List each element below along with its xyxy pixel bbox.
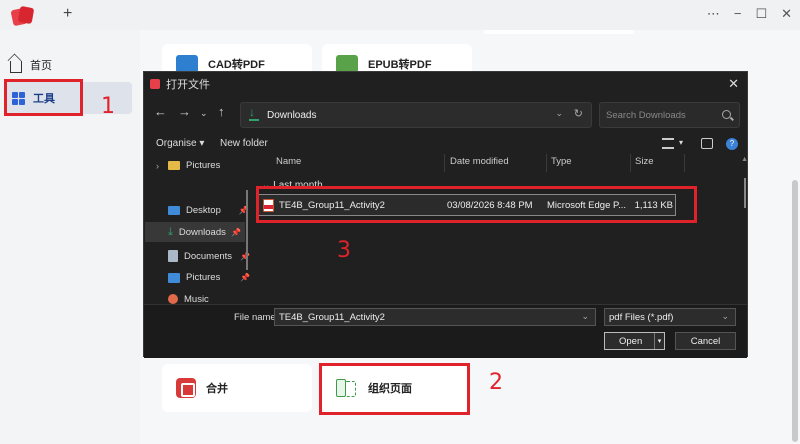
- nav-item-label: Music: [184, 294, 209, 304]
- pin-icon: 📌: [231, 227, 241, 237]
- home-icon: [10, 61, 22, 73]
- app-icon: [150, 79, 160, 89]
- sidebar-item-home[interactable]: 首页: [10, 52, 52, 78]
- column-header-name[interactable]: Name: [276, 156, 301, 167]
- file-name-label: File name:: [234, 312, 279, 323]
- file-type-value: pdf Files (*.pdf): [609, 311, 674, 323]
- expand-chevron-icon[interactable]: ›: [156, 161, 159, 171]
- file-list-scrollbar[interactable]: [744, 178, 746, 208]
- preview-pane-icon[interactable]: [701, 138, 713, 149]
- annotation-number-step3: 3: [337, 238, 351, 263]
- file-name-value: TE4B_Group11_Activity2: [279, 311, 385, 323]
- downloads-icon: [249, 105, 259, 121]
- close-icon[interactable]: ✕: [728, 76, 739, 92]
- column-header-type[interactable]: Type: [551, 156, 572, 167]
- open-dropdown-icon[interactable]: ▾: [654, 333, 664, 349]
- file-list: Name Date modified Type Size ⌄ Last mont…: [254, 154, 748, 304]
- file-type-select[interactable]: pdf Files (*.pdf) ⌄: [604, 308, 736, 326]
- recent-dropdown-icon[interactable]: ⌄: [200, 108, 208, 119]
- maximize-icon[interactable]: ☐: [755, 6, 767, 22]
- download-icon: ⤓: [168, 225, 173, 238]
- annotation-number-step1: 1: [101, 94, 115, 119]
- column-separator: [630, 154, 631, 172]
- new-tab-plus-icon[interactable]: +: [63, 5, 72, 23]
- nav-item-label: Pictures: [186, 272, 221, 283]
- tool-card[interactable]: [484, 30, 634, 34]
- nav-item-documents[interactable]: Documents 📌: [168, 250, 250, 262]
- annotation-box-step2: [319, 363, 470, 415]
- column-header-date[interactable]: Date modified: [450, 156, 509, 167]
- scroll-up-icon[interactable]: ▲: [741, 156, 748, 163]
- column-separator: [684, 154, 685, 172]
- merge-card[interactable]: 合并: [162, 364, 312, 412]
- file-name-field[interactable]: TE4B_Group11_Activity2 ⌄: [274, 308, 596, 326]
- close-window-icon[interactable]: ✕: [781, 6, 792, 22]
- forward-arrow-icon[interactable]: →: [178, 104, 191, 119]
- open-button[interactable]: Open ▾: [604, 332, 665, 350]
- nav-item-label: Pictures: [186, 160, 221, 171]
- card-label: CAD转PDF: [208, 59, 265, 71]
- music-icon: [168, 294, 178, 304]
- new-folder-button[interactable]: New folder: [220, 138, 268, 149]
- search-input[interactable]: Search Downloads: [599, 102, 740, 128]
- cancel-button[interactable]: Cancel: [675, 332, 736, 350]
- card-label: 合并: [206, 383, 228, 395]
- column-separator: [444, 154, 445, 172]
- navigation-pane: › Pictures Desktop 📌 ⤓ Downloads 📌 Docum…: [144, 154, 252, 304]
- refresh-icon[interactable]: ↻: [574, 107, 583, 120]
- dialog-command-bar: Organise ▾ New folder ▾ ?: [144, 134, 747, 154]
- annotation-box-step1: [4, 79, 83, 116]
- window-controls: ⋯ − ☐ ✕: [707, 6, 792, 22]
- app-logo-icon: [10, 5, 35, 27]
- documents-icon: [168, 250, 178, 262]
- address-bar[interactable]: Downloads ⌄ ↻: [240, 102, 592, 128]
- card-label: EPUB转PDF: [368, 59, 432, 71]
- desktop-icon: [168, 206, 180, 215]
- search-icon: [722, 110, 731, 119]
- nav-item-label: Documents: [184, 250, 233, 262]
- address-text: Downloads: [267, 109, 317, 121]
- more-icon[interactable]: ⋯: [707, 6, 720, 22]
- file-type-dropdown-icon[interactable]: ⌄: [721, 311, 729, 322]
- dialog-navbar: ← → ⌄ ↑ Downloads ⌄ ↻ Search Downloads: [144, 100, 747, 128]
- nav-item-desktop[interactable]: Desktop 📌: [168, 205, 249, 216]
- dialog-titlebar: 打开文件: [144, 72, 747, 96]
- folder-icon: [168, 161, 180, 170]
- annotation-number-step2: 2: [489, 370, 503, 395]
- organise-menu[interactable]: Organise ▾: [156, 138, 204, 149]
- file-name-dropdown-icon[interactable]: ⌄: [581, 311, 589, 322]
- view-dropdown-icon[interactable]: ▾: [679, 138, 683, 147]
- up-arrow-icon[interactable]: ↑: [218, 104, 225, 119]
- nav-item-pictures[interactable]: Pictures 📌: [168, 272, 250, 283]
- nav-item-label: Desktop: [186, 205, 221, 216]
- dialog-footer: File name: TE4B_Group11_Activity2 ⌄ pdf …: [144, 304, 747, 358]
- minimize-icon[interactable]: −: [734, 6, 742, 22]
- help-icon[interactable]: ?: [726, 138, 738, 150]
- column-separator: [546, 154, 547, 172]
- back-arrow-icon[interactable]: ←: [154, 104, 167, 119]
- nav-pane-scrollbar[interactable]: [246, 190, 248, 270]
- open-button-label: Open: [619, 335, 643, 347]
- app-titlebar: + ⋯ − ☐ ✕: [0, 0, 800, 30]
- annotation-box-step3: [256, 186, 697, 223]
- cancel-button-label: Cancel: [690, 335, 721, 347]
- nav-item-music[interactable]: Music: [168, 294, 209, 304]
- nav-item-pictures-folder[interactable]: › Pictures: [156, 160, 221, 171]
- sidebar-item-label: 首页: [30, 60, 52, 72]
- view-options-icon[interactable]: [662, 138, 674, 149]
- content-scrollbar[interactable]: [792, 180, 798, 442]
- search-placeholder: Search Downloads: [606, 109, 686, 121]
- dialog-title: 打开文件: [166, 79, 210, 91]
- pictures-icon: [168, 272, 180, 283]
- pin-icon: 📌: [240, 273, 251, 282]
- merge-icon: [176, 378, 196, 398]
- nav-item-downloads[interactable]: ⤓ Downloads 📌: [145, 222, 245, 242]
- nav-item-label: Downloads: [178, 226, 226, 238]
- address-dropdown-icon[interactable]: ⌄: [555, 108, 563, 119]
- column-header-size[interactable]: Size: [635, 156, 653, 167]
